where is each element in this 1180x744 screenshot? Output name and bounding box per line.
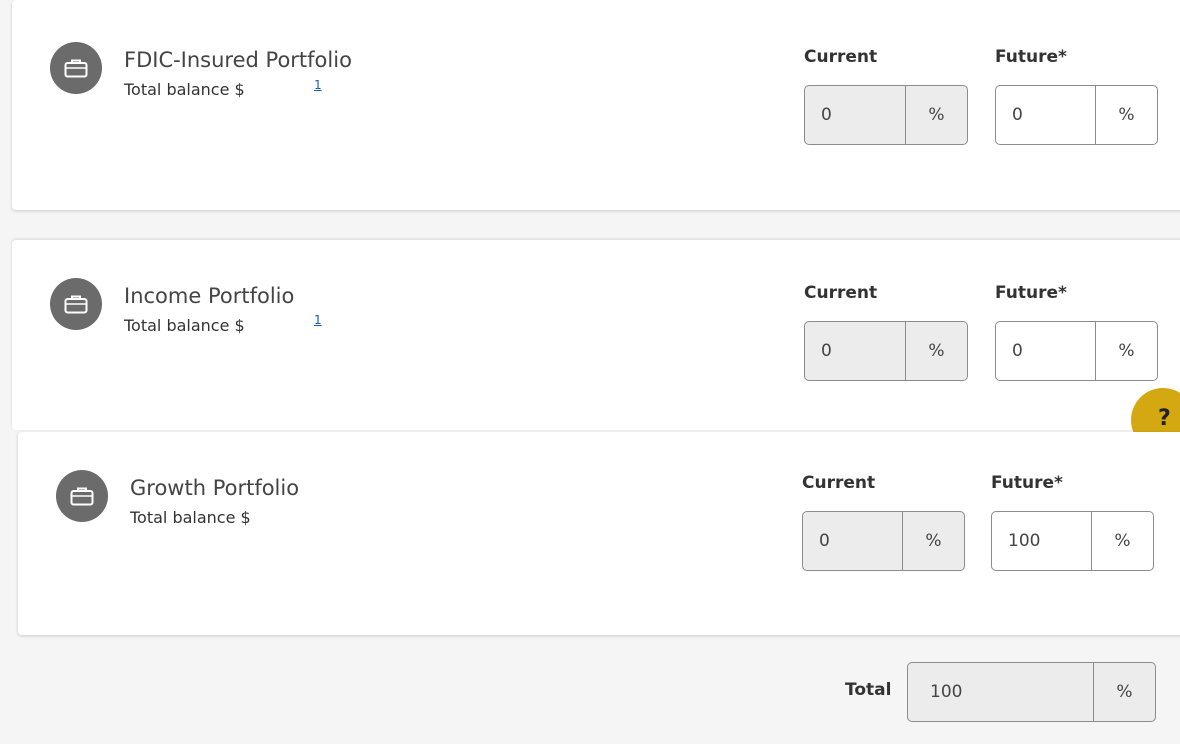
current-percent-field: 0 %	[804, 85, 968, 145]
briefcase-icon	[50, 278, 102, 330]
percent-unit: %	[1095, 86, 1157, 144]
help-question-icon: ?	[1158, 406, 1171, 431]
percent-unit: %	[902, 512, 964, 570]
portfolio-balance: Total balance $	[124, 316, 245, 335]
portfolio-balance: Total balance $	[124, 80, 245, 99]
portfolio-title: Income Portfolio	[124, 284, 295, 308]
percent-unit: %	[905, 86, 967, 144]
portfolio-title: FDIC-Insured Portfolio	[124, 48, 352, 72]
future-label: Future*	[995, 283, 1067, 303]
current-value: 0	[821, 105, 832, 125]
future-value[interactable]: 100	[992, 512, 1091, 570]
total-value: 100	[930, 682, 963, 702]
percent-unit: %	[1095, 322, 1157, 380]
current-value: 0	[819, 531, 830, 551]
total-label: Total	[845, 680, 892, 700]
briefcase-icon	[56, 470, 108, 522]
future-percent-input[interactable]: 0 %	[995, 85, 1158, 145]
percent-unit: %	[905, 322, 967, 380]
current-percent-field: 0 %	[802, 511, 965, 571]
future-value[interactable]: 0	[996, 86, 1095, 144]
total-percent-field: 100 %	[907, 662, 1156, 722]
portfolio-balance: Total balance $	[130, 508, 251, 527]
current-label: Current	[804, 47, 878, 67]
future-percent-input[interactable]: 100 %	[991, 511, 1154, 571]
portfolio-title: Growth Portfolio	[130, 476, 300, 500]
future-value[interactable]: 0	[996, 322, 1095, 380]
footnote-link[interactable]: 1	[314, 78, 322, 92]
percent-unit: %	[1091, 512, 1153, 570]
current-label: Current	[802, 473, 876, 493]
current-value: 0	[821, 341, 832, 361]
current-percent-field: 0 %	[804, 321, 968, 381]
current-label: Current	[804, 283, 878, 303]
percent-unit: %	[1093, 663, 1155, 721]
future-label: Future*	[991, 473, 1063, 493]
future-label: Future*	[995, 47, 1067, 67]
footnote-link[interactable]: 1	[314, 313, 322, 327]
future-percent-input[interactable]: 0 %	[995, 321, 1158, 381]
briefcase-icon	[50, 42, 102, 94]
